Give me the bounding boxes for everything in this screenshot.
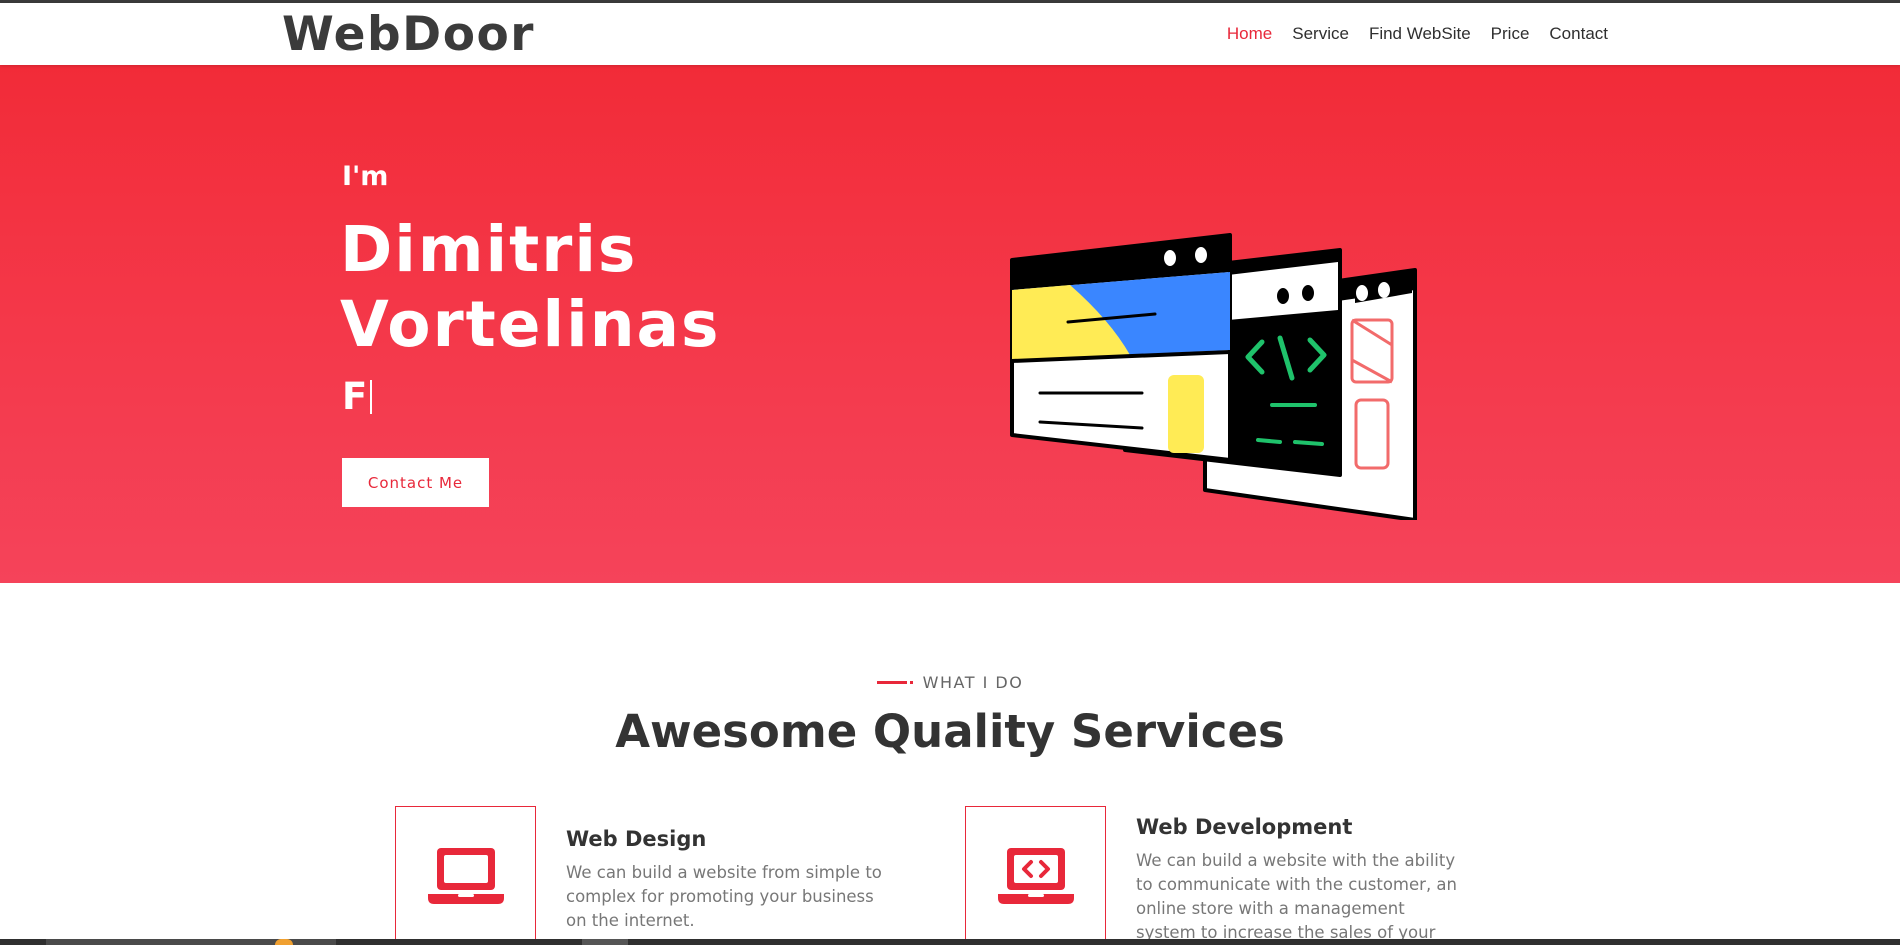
services-title: Awesome Quality Services [615, 705, 1285, 758]
service-icon-box [395, 806, 536, 945]
nav-find-website[interactable]: Find WebSite [1369, 24, 1471, 44]
service-description: We can build a website from simple to co… [566, 863, 882, 930]
nav-service[interactable]: Service [1292, 24, 1349, 44]
laptop-code-icon [997, 848, 1074, 904]
eyebrow-accent-line [876, 681, 913, 684]
service-title: Web Design [566, 827, 707, 851]
nav-contact[interactable]: Contact [1549, 24, 1608, 44]
brand-logo[interactable]: WebDoor [282, 7, 535, 62]
hero-section: I'm Dimitris Vortelinas F Contact Me [0, 65, 1900, 583]
nav-home[interactable]: Home [1227, 24, 1272, 44]
eyebrow-label: WHAT I DO [922, 673, 1024, 692]
service-title: Web Development [1136, 815, 1353, 839]
design-window [1010, 233, 1232, 462]
navbar: WebDoor Home Service Find WebSite Price … [0, 3, 1900, 65]
service-icon-box [965, 806, 1106, 945]
laptop-icon [427, 848, 504, 904]
bottom-taskbar-strip [0, 939, 1900, 945]
nav-price[interactable]: Price [1491, 24, 1530, 44]
services-eyebrow: WHAT I DO [0, 673, 1900, 692]
main-nav: Home Service Find WebSite Price Contact [1227, 3, 1608, 65]
hero-intro: I'm [342, 161, 389, 192]
typing-cursor [370, 379, 373, 414]
browser-windows-illustration [1010, 233, 1417, 520]
typed-text: F [342, 375, 368, 418]
contact-me-button[interactable]: Contact Me [342, 458, 489, 507]
service-description: We can build a website with the ability … [1136, 851, 1458, 942]
hero-name: Dimitris Vortelinas [340, 213, 721, 361]
hero-typed-text: F [342, 375, 373, 418]
